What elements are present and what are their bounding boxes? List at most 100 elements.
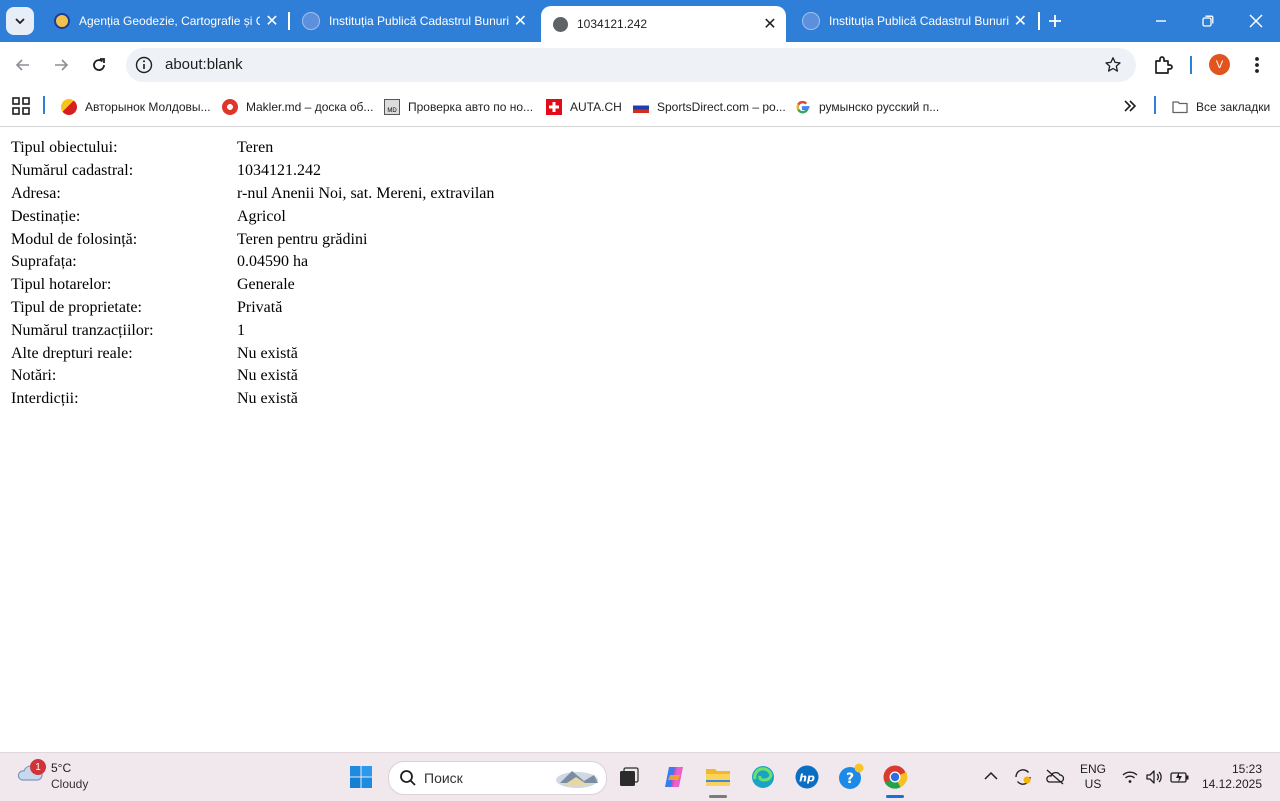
detail-label: Suprafața: (11, 253, 77, 271)
close-tab-icon[interactable]: ✕ (264, 11, 280, 31)
reload-icon (93, 58, 105, 71)
minimize-icon (1156, 20, 1166, 22)
close-tab-icon[interactable]: ✕ (760, 14, 780, 34)
chevrons-right-icon[interactable] (1123, 100, 1137, 112)
edge-button[interactable] (749, 763, 777, 791)
detail-value: Agricol (237, 207, 286, 225)
chrome-button[interactable] (880, 763, 910, 791)
bookmark-proverka[interactable]: MD Проверка авто по но... (384, 97, 533, 117)
close-window-button[interactable] (1233, 4, 1279, 38)
volume-icon[interactable] (1145, 769, 1163, 785)
weather-badge: 1 (30, 759, 46, 775)
chevron-up-icon[interactable] (984, 771, 998, 781)
task-view-button[interactable] (615, 763, 643, 791)
search-placeholder: Поиск (424, 770, 463, 786)
tab-search-button[interactable] (6, 7, 34, 35)
bookmark-sportsdirect[interactable]: SportsDirect.com – ро... (633, 97, 786, 117)
new-tab-button[interactable] (1044, 10, 1066, 32)
input-language[interactable]: ENG US (1078, 762, 1108, 792)
detail-value: Privată (237, 298, 283, 316)
taskbar-search[interactable]: Поиск (388, 761, 607, 795)
profile-avatar[interactable]: V (1209, 54, 1230, 75)
detail-value: Nu există (237, 390, 298, 408)
folder-icon (1172, 101, 1188, 114)
bookmark-google[interactable]: румынско русский п... (795, 97, 939, 117)
back-button[interactable] (8, 50, 38, 80)
bookmark-label: SportsDirect.com – ро... (657, 100, 786, 114)
cloud-off-icon[interactable] (1045, 768, 1065, 786)
get-help-button[interactable]: ? (837, 763, 865, 791)
google-icon (795, 99, 811, 115)
detail-value: 1034121.242 (237, 162, 321, 180)
running-indicator (709, 795, 727, 798)
detail-row: Alte drepturi reale: Nu există (11, 342, 494, 365)
clock-time: 15:23 (1231, 762, 1262, 776)
minimize-button[interactable] (1138, 4, 1184, 38)
sync-icon[interactable] (1013, 767, 1033, 787)
detail-row: Tipul obiectului: Teren (11, 137, 494, 160)
reload-button[interactable] (84, 50, 114, 80)
bookmarks-divider (43, 96, 45, 114)
property-details: Tipul obiectului: Teren Numărul cadastral:… (11, 137, 494, 411)
bookmark-auta[interactable]: AUTA.CH (546, 97, 622, 117)
arrow-left-icon (15, 59, 29, 71)
all-bookmarks-label: Все закладки (1196, 100, 1271, 114)
detail-value: Generale (237, 276, 295, 294)
tab-active-1034121[interactable]: 1034121.242 ✕ (541, 6, 786, 42)
detail-value: Teren pentru grădini (237, 230, 368, 248)
bookmark-makler[interactable]: Makler.md – доска об... (222, 97, 373, 117)
agentia-favicon-icon (54, 13, 70, 29)
tab-agentia[interactable]: Agenția Geodezie, Cartografie și Cadastr… (42, 6, 286, 36)
detail-label: Tipul de proprietate: (11, 298, 142, 316)
svg-text:hp: hp (799, 772, 815, 785)
bookmark-star-icon[interactable] (1104, 56, 1122, 74)
wifi-icon[interactable] (1122, 770, 1138, 784)
bookmark-avtorynok[interactable]: Авторынок Молдовы... (61, 97, 211, 117)
chevron-down-icon (15, 18, 25, 25)
globe-icon (553, 16, 568, 32)
bookmark-label: AUTA.CH (570, 100, 622, 114)
forward-button[interactable] (46, 50, 76, 80)
address-bar[interactable]: about:blank (126, 48, 1136, 82)
system-clock[interactable]: 15:23 14.12.2025 (1198, 762, 1262, 792)
clock-date: 14.12.2025 (1201, 777, 1262, 791)
arrow-right-icon (55, 59, 69, 71)
restore-button[interactable] (1185, 4, 1231, 38)
battery-icon[interactable] (1170, 769, 1190, 785)
svg-text:?: ? (846, 771, 854, 787)
start-button[interactable] (347, 763, 375, 791)
detail-value: Nu există (237, 367, 298, 385)
tab-divider (1038, 12, 1040, 30)
lang-region: US (1084, 777, 1102, 791)
detail-row: Notări: Nu există (11, 365, 494, 388)
windows-logo-icon (350, 766, 372, 788)
extensions-puzzle-icon[interactable] (1152, 54, 1174, 76)
restore-icon (1202, 15, 1214, 27)
copilot-button[interactable] (660, 763, 688, 791)
detail-value: Teren (237, 139, 274, 157)
detail-row: Destinație: Agricol (11, 205, 494, 228)
more-vert-icon[interactable] (1250, 54, 1264, 76)
close-icon (1249, 14, 1263, 28)
detail-row: Numărul cadastral: 1034121.242 (11, 160, 494, 183)
close-tab-icon[interactable]: ✕ (1013, 11, 1028, 31)
file-explorer-button[interactable] (704, 763, 732, 791)
apps-grid-icon[interactable] (12, 97, 30, 115)
detail-label: Numărul cadastral: (11, 162, 134, 180)
all-bookmarks-button[interactable]: Все закладки (1172, 97, 1270, 117)
tab-title: Instituția Publică Cadastrul Bunurilor I… (329, 14, 509, 28)
bookmarks-bar: Авторынок Молдовы... Makler.md – доска о… (0, 88, 1280, 127)
plus-icon (1049, 15, 1061, 27)
lang-code: ENG (1079, 762, 1106, 776)
windows-taskbar: 1 5°C Cloudy Поиск hp ? ENG US 15:23 14.… (0, 752, 1280, 801)
hp-button[interactable]: hp (793, 763, 821, 791)
chrome-icon (883, 765, 908, 789)
detail-label: Numărul tranzacțiilor: (11, 321, 154, 339)
close-tab-icon[interactable]: ✕ (513, 11, 528, 31)
tab-cadastru-1[interactable]: Instituția Publică Cadastrul Bunurilor I… (290, 6, 534, 36)
address-text[interactable]: about:blank (165, 56, 243, 73)
site-info-icon[interactable] (135, 56, 153, 74)
tab-cadastru-2[interactable]: Instituția Publică Cadastrul Bunurilor I… (790, 6, 1034, 36)
weather-condition: Cloudy (51, 777, 89, 791)
toolbar-divider (1190, 56, 1192, 74)
